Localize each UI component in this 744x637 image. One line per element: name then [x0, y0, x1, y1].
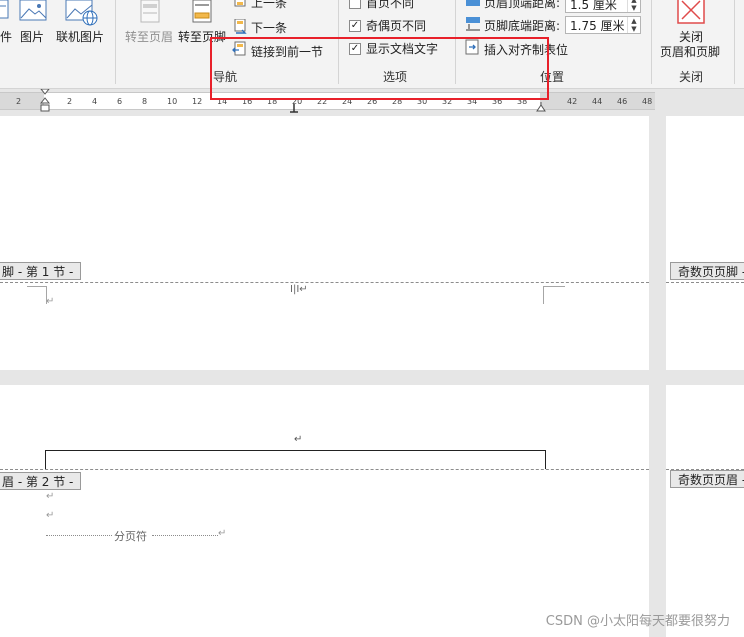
first-page-different-label: 首页不同 — [366, 0, 415, 10]
paragraph-mark: ↵ — [218, 528, 227, 539]
page-break-label: 分页符 — [114, 530, 147, 543]
picture-icon[interactable] — [19, 0, 49, 24]
paragraph-mark: ↵ — [46, 296, 55, 307]
close-header-footer-button-line2[interactable]: 页眉和页脚 — [660, 43, 720, 60]
ruler-left-margin — [0, 93, 44, 109]
center-tab-stop-icon[interactable] — [289, 102, 299, 113]
next-icon — [233, 18, 249, 35]
ribbon-separator — [651, 0, 652, 84]
odd-page-header-tab: 奇数页页眉 - — [670, 470, 744, 488]
online-picture-icon[interactable] — [65, 0, 99, 26]
page-break-dotted-right — [152, 535, 218, 536]
first-page-different-option[interactable]: 首页不同 — [349, 0, 414, 11]
footer-bottom-distance-value: 1.75 厘米 — [570, 19, 625, 33]
first-line-indent-marker-icon[interactable] — [39, 88, 51, 115]
header-top-distance-label: 页眉顶端距离: — [484, 0, 561, 10]
ruler-tick: 6 — [117, 97, 123, 106]
header-top-spinner-icon[interactable]: ▲ ▼ — [627, 0, 640, 12]
page-break-marker: 分页符 ↵ — [46, 528, 236, 543]
footer-bottom-spinner-icon[interactable]: ▲ ▼ — [627, 17, 640, 33]
goto-header-button[interactable]: 转至页眉 — [125, 28, 173, 45]
ribbon-separator — [115, 0, 116, 84]
page-1-right — [666, 116, 744, 370]
text-cursor-mark: I|I↵ — [290, 284, 308, 295]
paragraph-mark: ↵ — [46, 491, 55, 502]
previous-icon — [233, 0, 247, 10]
first-page-different-checkbox[interactable] — [349, 0, 361, 9]
footer-bottom-distance-label: 页脚底端距离: — [484, 19, 561, 33]
margin-corner-mark — [27, 286, 47, 304]
close-header-footer-icon[interactable] — [677, 0, 705, 24]
ruler-tick: 48 — [642, 97, 653, 106]
ruler-tick: 42 — [567, 97, 578, 106]
header-top-distance-value: 1.5 厘米 — [570, 0, 617, 12]
close-group-label: 关闭 — [679, 70, 704, 84]
header-boundary-line — [0, 469, 649, 470]
highlight-box — [210, 37, 549, 100]
footer-bottom-distance-icon — [465, 16, 481, 32]
goto-header-icon — [138, 0, 162, 24]
paragraph-mark: ↵ — [46, 510, 55, 521]
section-2-header-tab: 眉 - 第 2 节 - — [0, 472, 82, 490]
section-1-footer-tab: 脚 - 第 1 节 - — [0, 262, 82, 280]
page-break-dotted-left — [46, 535, 112, 536]
footer-boundary-line — [0, 282, 649, 283]
odd-even-different-label: 奇偶页不同 — [366, 19, 427, 33]
ruler-tick: 10 — [167, 97, 178, 106]
document-parts-label[interactable]: 件 — [0, 28, 12, 45]
watermark: CSDN @小太阳每天都要很努力 — [545, 614, 730, 629]
odd-even-different-option[interactable]: ✓ 奇偶页不同 — [349, 17, 426, 34]
odd-even-different-checkbox[interactable]: ✓ — [349, 19, 361, 32]
footer-boundary-line-right — [666, 282, 744, 283]
previous-button[interactable]: 上一条 — [251, 0, 287, 11]
ruler-tick: 4 — [92, 97, 98, 106]
page-2 — [0, 385, 649, 637]
header-bottom-border — [45, 450, 546, 469]
ruler-tick: 12 — [192, 97, 203, 106]
page-1 — [0, 116, 649, 370]
ruler-tick: 2 — [67, 97, 73, 106]
margin-corner-mark — [543, 286, 565, 304]
right-indent-marker-icon[interactable] — [535, 101, 547, 112]
ruler-tick: 44 — [592, 97, 603, 106]
header-top-distance-icon — [465, 0, 481, 8]
ruler-tick: 8 — [142, 97, 148, 106]
header-top-distance-input[interactable]: 1.5 厘米 ▲ ▼ — [565, 0, 641, 13]
next-button[interactable]: 下一条 — [251, 19, 287, 36]
odd-page-footer-tab: 奇数页页脚 - — [670, 262, 744, 280]
goto-footer-icon — [190, 0, 214, 24]
footer-bottom-distance-input[interactable]: 1.75 厘米 ▲ ▼ — [565, 16, 641, 34]
page-2-right — [666, 385, 744, 637]
ribbon-separator — [734, 0, 735, 84]
picture-label[interactable]: 图片 — [20, 28, 44, 45]
ruler-tick: 2 — [16, 97, 22, 106]
online-picture-label[interactable]: 联机图片 — [56, 28, 104, 45]
header-cursor-mark: ↵ — [294, 434, 303, 445]
document-parts-icon[interactable] — [0, 0, 10, 22]
ruler-tick: 46 — [617, 97, 628, 106]
